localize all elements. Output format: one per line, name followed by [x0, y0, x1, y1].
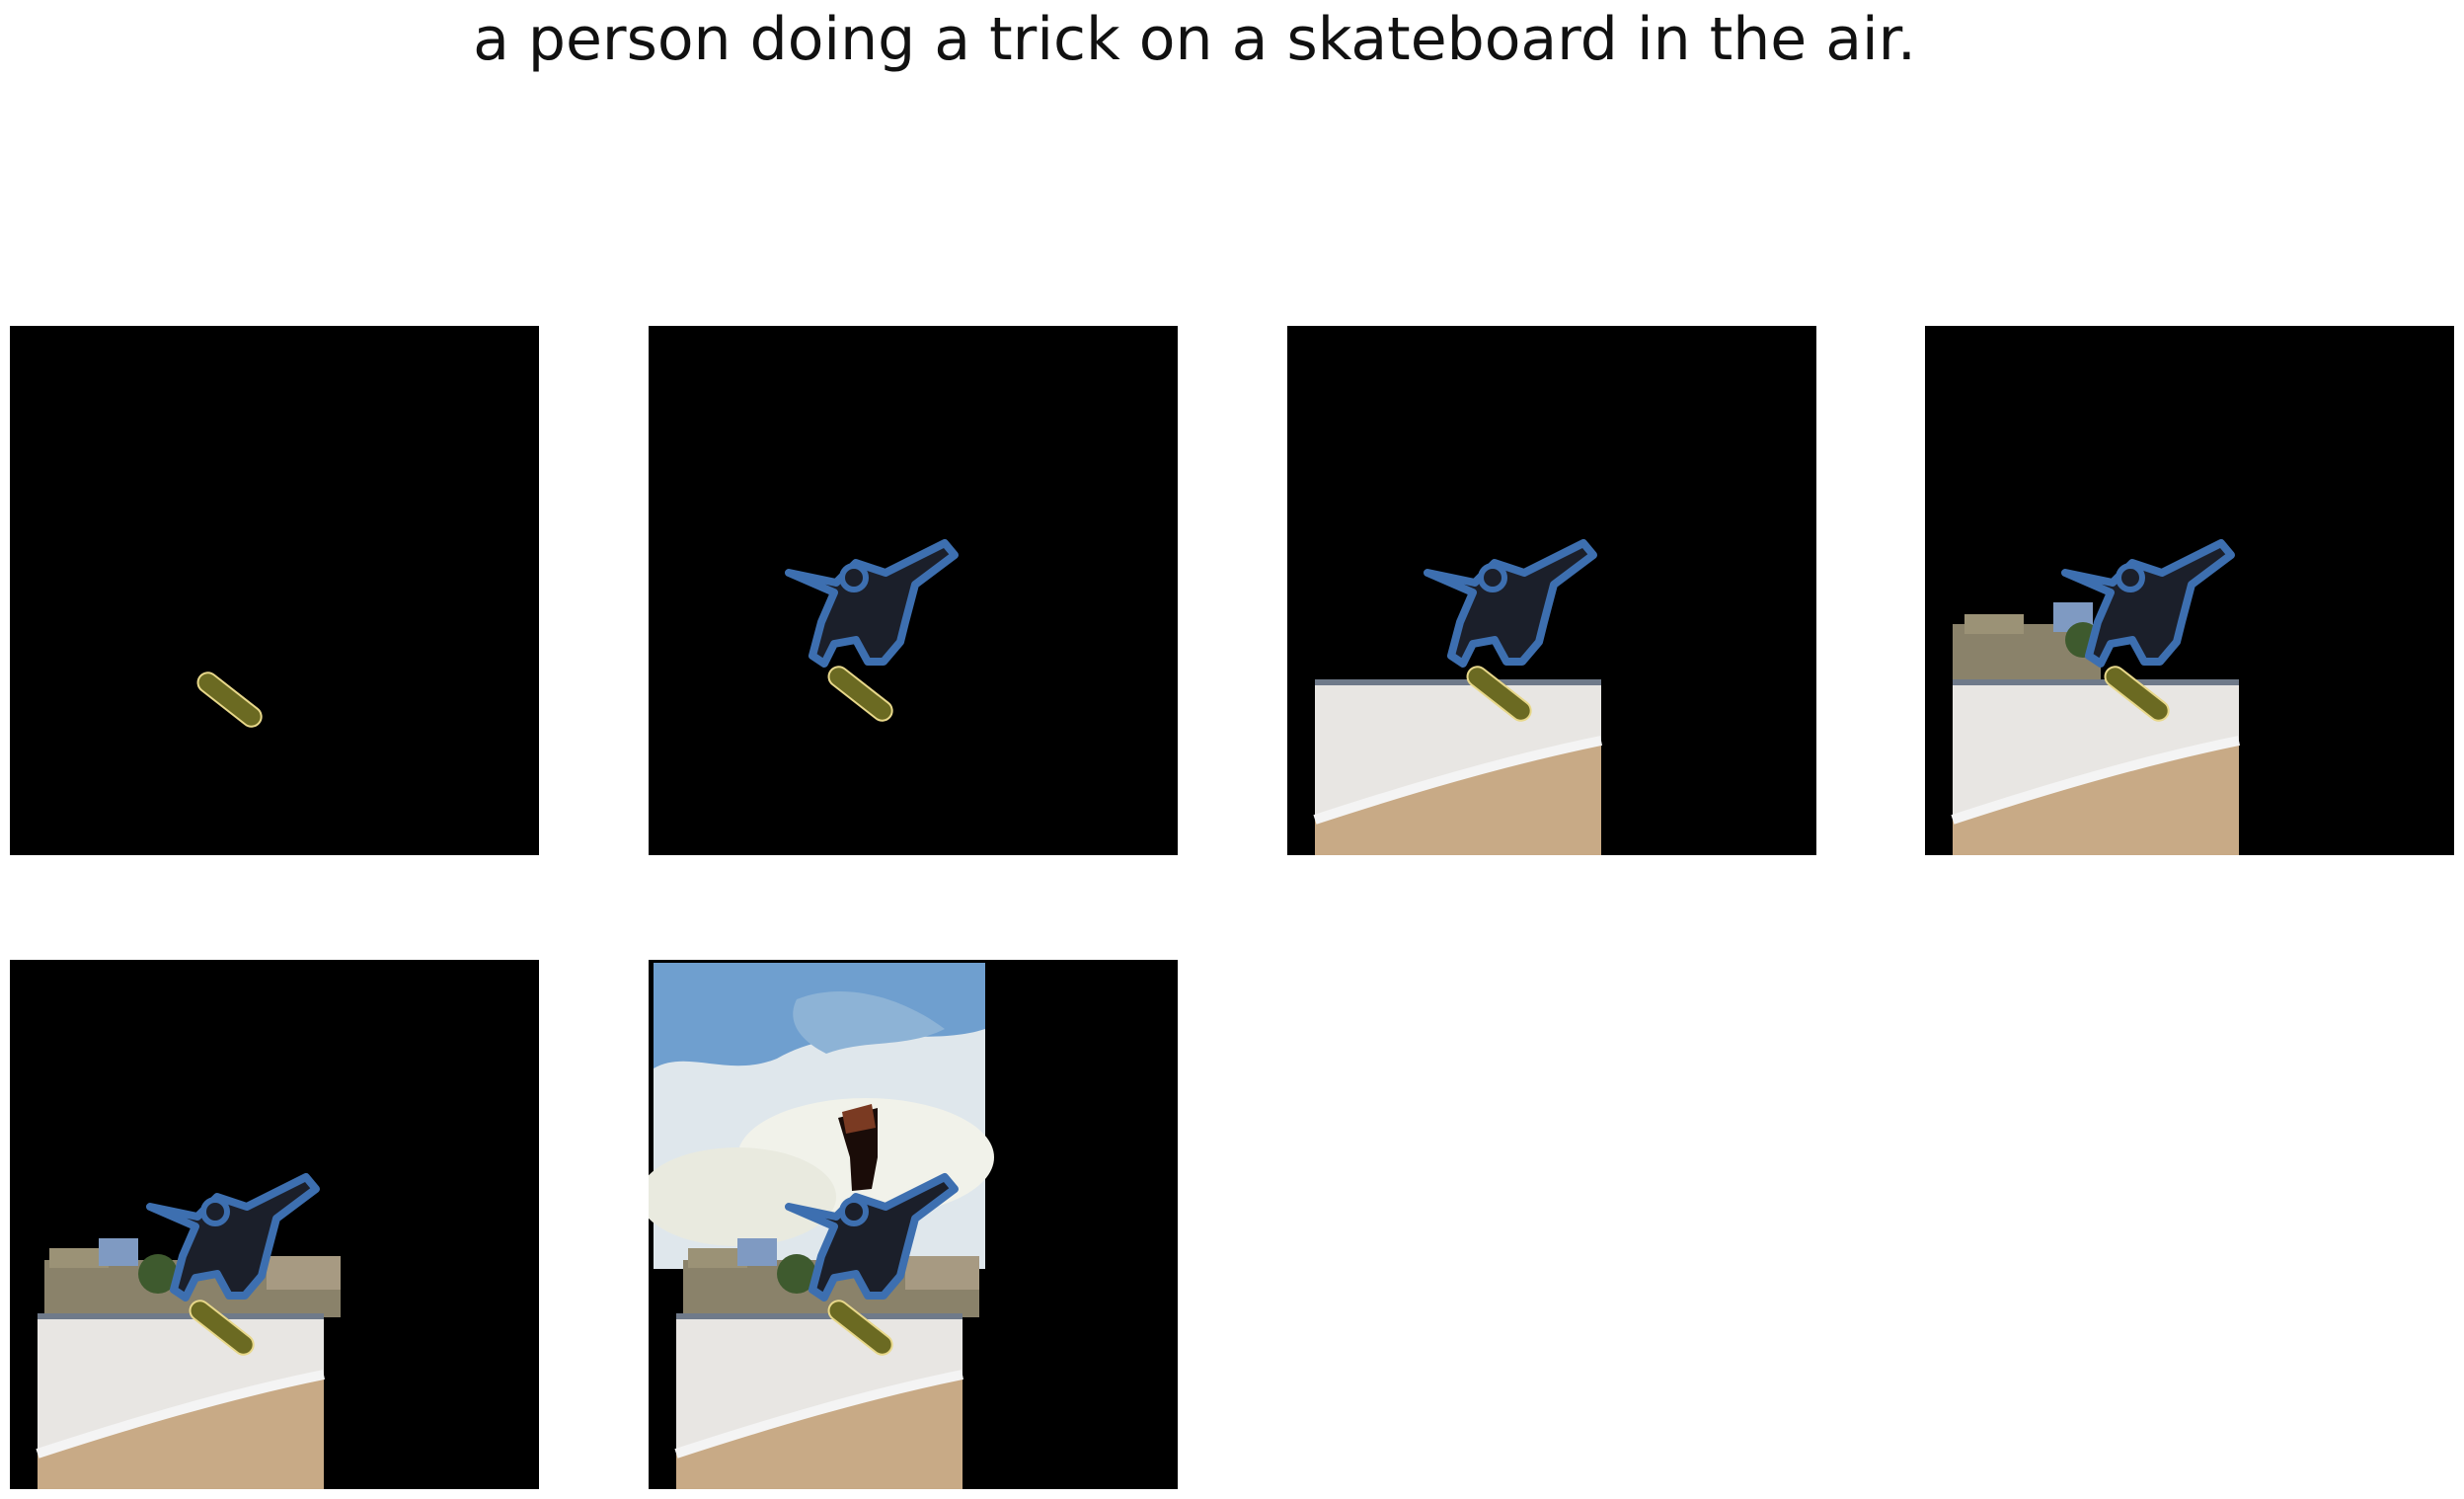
segment-image [1951, 539, 2241, 855]
panel-1-skateboard-only [10, 326, 539, 855]
panel-4-trees-added [1925, 326, 2454, 855]
segment-image [649, 963, 994, 1489]
ramp [674, 1313, 964, 1489]
skater [785, 539, 959, 668]
ramp [1313, 679, 1603, 855]
panel-6-full-scene [649, 960, 1178, 1489]
skater [1424, 539, 1597, 668]
ramp [36, 1313, 326, 1489]
segment-image [785, 539, 959, 722]
trees [1953, 602, 2101, 681]
skateboard [827, 666, 893, 722]
caption: a person doing a trick on a skateboard i… [473, 5, 1916, 74]
panel-2-skater-and-board [649, 326, 1178, 855]
skateboard [196, 671, 263, 728]
segment-image [36, 1173, 341, 1489]
panel-3-ramp-added [1287, 326, 1816, 855]
panel-5-wider-trees [10, 960, 539, 1489]
ramp [1951, 679, 2241, 855]
segment-image [1313, 539, 1603, 855]
segment-image [196, 671, 263, 728]
